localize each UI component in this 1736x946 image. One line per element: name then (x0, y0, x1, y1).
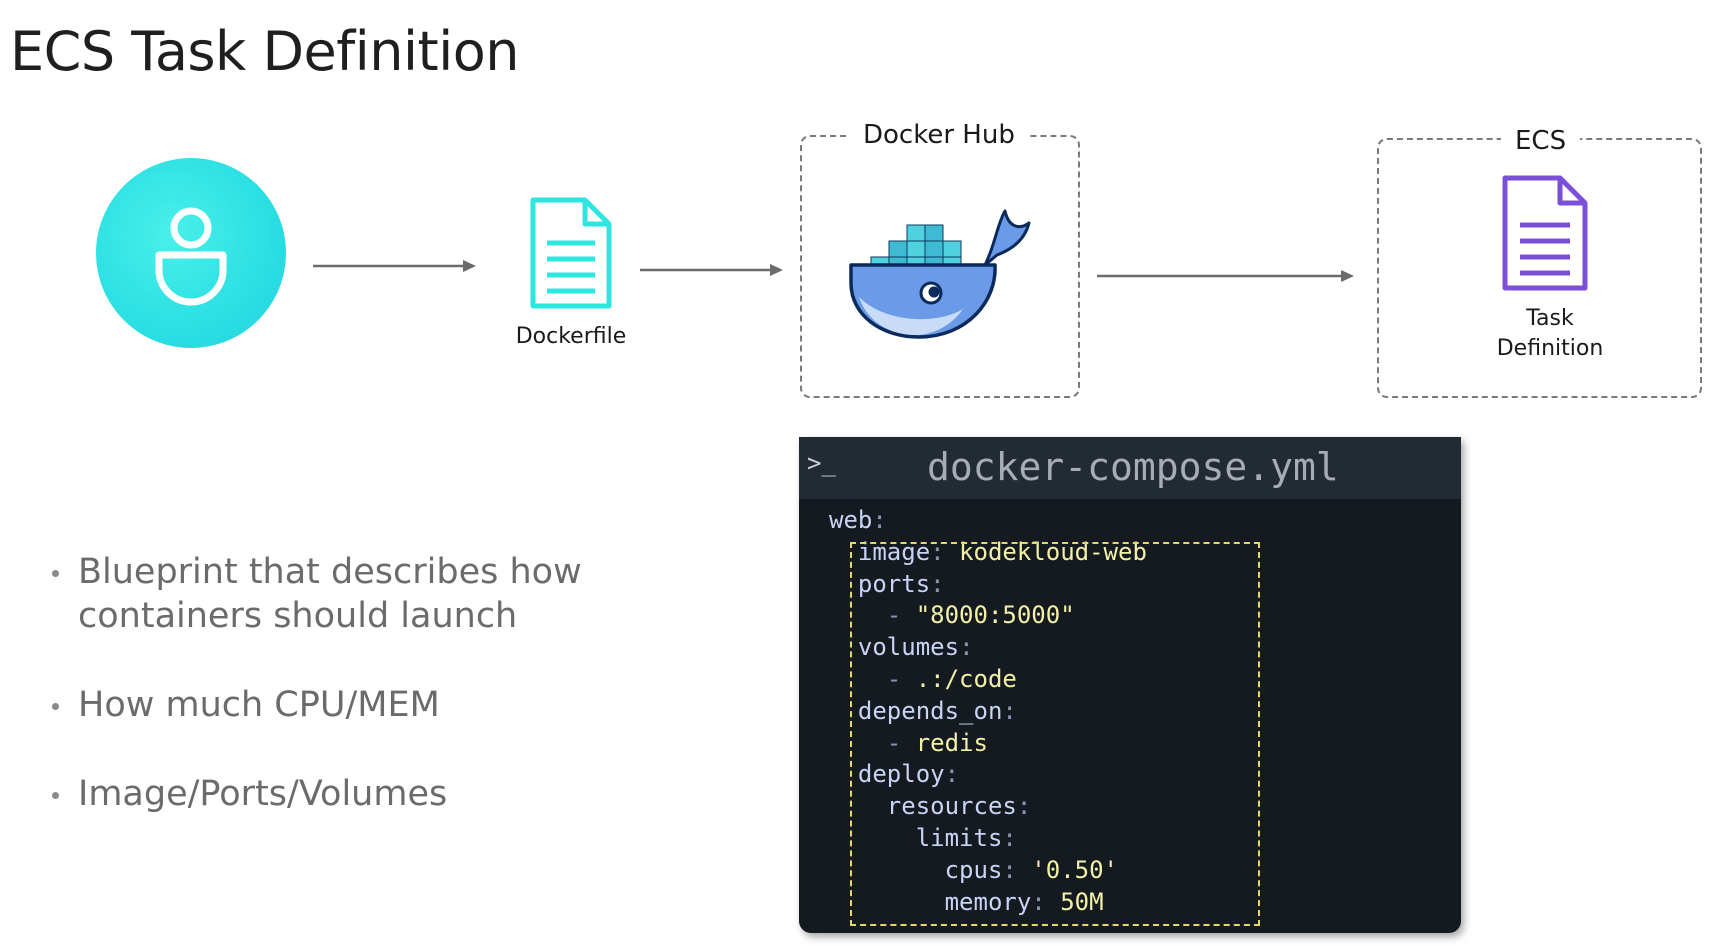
bullet-list: Blueprint that describes how containers … (48, 550, 608, 861)
arrow-hub-to-ecs (1097, 270, 1354, 282)
task-definition-label-line1: Task (1526, 306, 1574, 331)
page-title: ECS Task Definition (10, 20, 519, 83)
bullet-item: Image/Ports/Volumes (48, 772, 608, 816)
code-highlight-box (850, 542, 1260, 926)
code-filename: docker-compose.yml (927, 445, 1339, 489)
dockerfile-label: Dockerfile (515, 324, 627, 349)
task-definition-document-icon (1502, 175, 1588, 291)
bullet-item: How much CPU/MEM (48, 683, 608, 727)
bullet-item: Blueprint that describes how containers … (48, 550, 608, 638)
code-header: >_ docker-compose.yml (799, 437, 1461, 499)
arrow-user-to-dockerfile (313, 260, 476, 272)
arrow-dockerfile-to-hub (640, 264, 783, 276)
dockerfile-document-icon (530, 197, 612, 309)
docker-whale-icon (849, 209, 1031, 339)
user-avatar (96, 158, 286, 348)
code-line: web: (829, 506, 887, 534)
code-key: web (829, 506, 873, 534)
user-icon (155, 207, 227, 306)
docker-hub-title: Docker Hub (849, 120, 1029, 150)
task-definition-label-line2: Definition (1496, 336, 1604, 361)
task-definition-label: Task Definition (1470, 304, 1630, 364)
terminal-prompt-icon: >_ (807, 449, 836, 477)
ecs-title: ECS (1501, 126, 1581, 156)
